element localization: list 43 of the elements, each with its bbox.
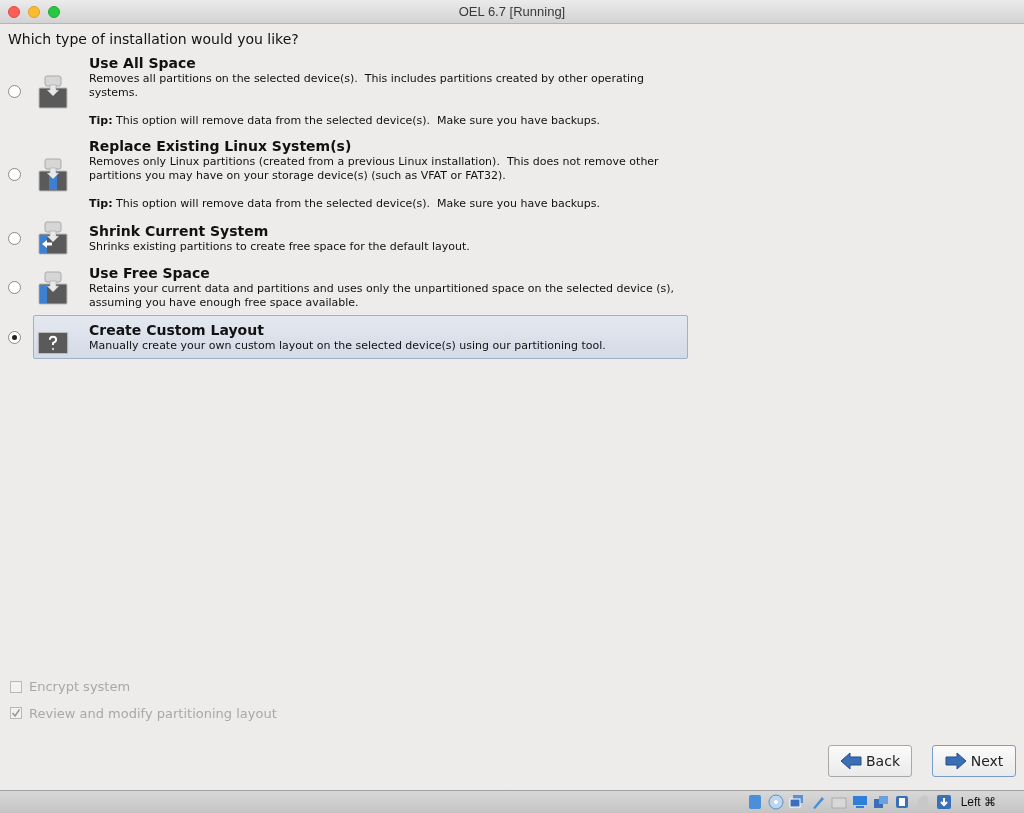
option-description: Removes only Linux partitions (created from a previous Linux installation). This does not remove other partitions you may have on your storage device(s) (such as VFAT or FAT32). bbox=[89, 155, 660, 183]
option-title: Use All Space bbox=[89, 55, 197, 72]
windows-icon[interactable] bbox=[872, 794, 889, 810]
option-description: Removes all partitions on the selected device(s). This includes partitions created by other operating systems. bbox=[89, 72, 645, 100]
display-icon[interactable] bbox=[851, 794, 868, 810]
minimize-button[interactable] bbox=[28, 6, 40, 18]
option-title: Shrink Current System bbox=[89, 222, 270, 240]
monitor-icon[interactable] bbox=[788, 794, 805, 810]
arrow-left-icon bbox=[840, 752, 862, 770]
disk-shrink-icon bbox=[37, 221, 69, 255]
disk-question-icon bbox=[37, 332, 69, 354]
radio-button[interactable] bbox=[8, 85, 21, 98]
option-title: Replace Existing Linux System(s) bbox=[89, 138, 353, 155]
question-text: Which type of installation would you like? bbox=[8, 30, 300, 48]
option-card[interactable]: Shrink Current System Shrinks existing partitions to create free space for the default layout. bbox=[33, 216, 688, 260]
host-key-label: Left ⌘ bbox=[960, 794, 996, 811]
back-button[interactable]: Back bbox=[828, 745, 912, 777]
disk-arrow-icon bbox=[37, 74, 69, 109]
radio-button[interactable] bbox=[8, 330, 21, 344]
option-card[interactable]: Create Custom Layout Manually create your own custom layout on the selected device(s) using our partitioning tool. bbox=[33, 315, 688, 359]
chip-icon[interactable] bbox=[893, 794, 910, 810]
option-tip: Tip: This option will remove data from the selected device(s). Make sure you have backups. bbox=[89, 197, 601, 211]
option-description: Manually create your own custom layout on the selected device(s) using our partitioning tool. bbox=[89, 338, 606, 353]
option-description: Retains your current data and partitions and uses only the unpartitioned space on the selected device (s), assuming you have enough free space available. bbox=[89, 282, 675, 310]
radio-button[interactable] bbox=[8, 231, 21, 245]
optical-disc-icon[interactable] bbox=[767, 794, 784, 810]
window-title: OEL 6.7 [Running] bbox=[458, 2, 566, 21]
next-button[interactable]: Next bbox=[932, 745, 1016, 777]
disk-arrow-icon bbox=[37, 157, 69, 192]
option-card[interactable]: Use Free Space Retains your current data and partitions and uses only the unpartitioned space on the selected device (s), assuming you have enough free space available. bbox=[33, 260, 688, 315]
checkbox-label: Encrypt system bbox=[29, 678, 131, 696]
disk-arrow-icon bbox=[37, 270, 69, 305]
arrow-right-icon bbox=[944, 752, 967, 770]
option-title: Use Free Space bbox=[89, 265, 211, 282]
option-description: Shrinks existing partitions to create free space for the default layout. bbox=[89, 239, 470, 254]
close-button[interactable] bbox=[8, 6, 20, 18]
radio-button[interactable] bbox=[8, 281, 21, 294]
maximize-button[interactable] bbox=[48, 6, 60, 18]
option-tip: Tip: This option will remove data from the selected device(s). Make sure you have backups. bbox=[89, 114, 601, 128]
option-title: Create Custom Layout bbox=[89, 321, 265, 339]
download-icon[interactable] bbox=[935, 794, 952, 810]
radio-button[interactable] bbox=[8, 168, 21, 181]
checkbox-label: Review and modify partitioning layout bbox=[29, 704, 277, 723]
